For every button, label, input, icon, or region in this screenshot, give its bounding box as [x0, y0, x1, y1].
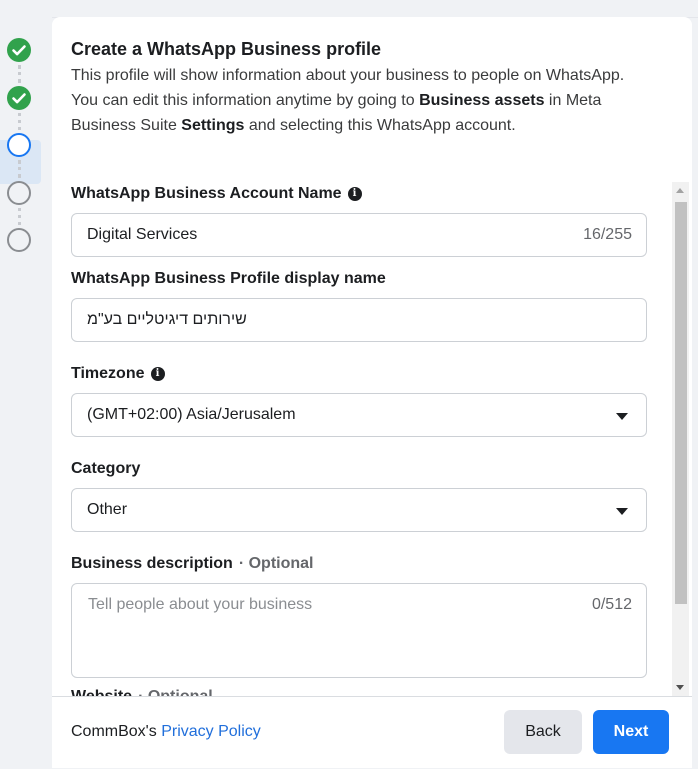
display-name-value: שירותים דיגיטליים בע"מ	[87, 311, 247, 328]
optional-tag: · Optional	[238, 555, 314, 572]
scroll-up-arrow-icon[interactable]	[676, 188, 684, 193]
optional-tag: · Optional	[138, 688, 213, 696]
dropdown-caret-icon	[616, 508, 628, 515]
form-scroll-area[interactable]: WhatsApp Business Account Name i Digital…	[52, 182, 688, 696]
description-label: Business description · Optional	[71, 555, 313, 573]
top-strip	[0, 0, 698, 18]
step-1-complete-icon	[7, 38, 31, 62]
step-connector	[18, 113, 24, 130]
website-label: Website · Optional	[71, 688, 213, 696]
timezone-label: Timezone i	[71, 365, 165, 383]
privacy-policy-link[interactable]: Privacy Policy	[161, 723, 261, 740]
account-name-counter: 16/255	[583, 226, 632, 243]
step-connector	[18, 208, 24, 225]
dialog-intro: This profile will show information about…	[71, 63, 631, 138]
account-name-value: Digital Services	[87, 226, 198, 243]
description-placeholder: Tell people about your business	[88, 596, 313, 613]
intro-settings: Settings	[181, 117, 245, 134]
scrollbar[interactable]	[672, 182, 689, 696]
category-select[interactable]: Other	[71, 488, 647, 532]
step-5-pending-icon	[7, 228, 31, 252]
step-4-pending-icon	[7, 181, 31, 205]
info-icon[interactable]: i	[150, 367, 165, 381]
display-name-input[interactable]: שירותים דיגיטליים בע"מ	[71, 298, 647, 342]
account-name-label: WhatsApp Business Account Name i	[71, 185, 362, 203]
profile-dialog: Create a WhatsApp Business profile This …	[52, 17, 692, 768]
step-connector	[18, 160, 24, 178]
progress-stepper	[0, 17, 52, 769]
next-button[interactable]: Next	[593, 710, 669, 754]
dropdown-caret-icon	[616, 413, 628, 420]
privacy-text: CommBox's Privacy Policy	[71, 723, 261, 741]
description-counter: 0/512	[591, 596, 632, 613]
description-label-text: Business description	[71, 555, 233, 572]
description-textarea[interactable]: Tell people about your business 0/512	[71, 583, 647, 678]
timezone-select[interactable]: (GMT+02:00) Asia/Jerusalem	[71, 393, 647, 437]
scroll-down-arrow-icon[interactable]	[676, 685, 684, 690]
info-icon[interactable]: i	[347, 187, 362, 201]
timezone-label-text: Timezone	[71, 365, 145, 382]
scrollbar-thumb[interactable]	[675, 202, 687, 604]
account-name-label-text: WhatsApp Business Account Name	[71, 185, 342, 202]
step-connector	[18, 65, 24, 83]
account-name-input[interactable]: Digital Services 16/255	[71, 213, 647, 257]
intro-business-assets: Business assets	[419, 92, 545, 109]
display-name-label-text: WhatsApp Business Profile display name	[71, 270, 386, 287]
dialog-footer: CommBox's Privacy Policy Back Next	[52, 696, 692, 768]
category-value: Other	[87, 501, 128, 518]
back-button[interactable]: Back	[504, 710, 582, 754]
intro-text: and selecting this WhatsApp account.	[244, 117, 516, 134]
dialog-title: Create a WhatsApp Business profile	[71, 39, 382, 59]
privacy-prefix: CommBox's	[71, 723, 162, 740]
category-label-text: Category	[71, 460, 141, 477]
website-label-text: Website	[71, 688, 132, 696]
step-3-active-icon	[7, 133, 31, 157]
step-2-complete-icon	[7, 86, 31, 110]
display-name-label: WhatsApp Business Profile display name	[71, 270, 386, 288]
timezone-value: (GMT+02:00) Asia/Jerusalem	[87, 406, 296, 423]
category-label: Category	[71, 460, 140, 478]
